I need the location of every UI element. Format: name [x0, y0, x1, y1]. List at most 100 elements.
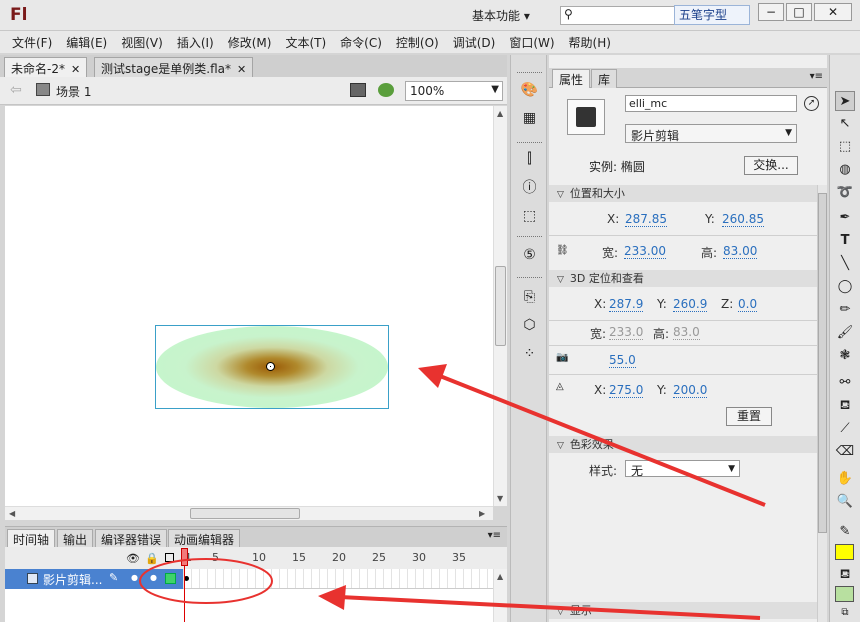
ellipse-movieclip-instance[interactable] [155, 325, 389, 409]
edit-scene-icon[interactable] [350, 83, 366, 97]
pen-tool-icon[interactable]: ✒ [835, 208, 855, 228]
fill-color-icon[interactable]: ⛾ [835, 565, 855, 585]
section-position-size[interactable]: ▽ 位置和大小 [549, 185, 819, 202]
doc-tab-1[interactable]: 未命名-2* ✕ [4, 57, 88, 77]
menu-item[interactable]: 插入(I) [170, 31, 221, 53]
info-icon[interactable]: ⓘ [520, 180, 539, 197]
dock-grip[interactable] [517, 236, 542, 239]
eraser-tool-icon[interactable]: ⌫ [835, 442, 855, 462]
scroll-up-icon[interactable]: ▲ [497, 572, 503, 581]
maximize-button[interactable]: □ [786, 3, 812, 21]
lasso-tool-icon[interactable]: ➰ [835, 183, 855, 203]
transform-icon[interactable]: ⬚ [520, 208, 539, 225]
section-3d-position[interactable]: ▽ 3D 定位和查看 [549, 270, 819, 287]
subselection-tool-icon[interactable]: ↖ [835, 114, 855, 134]
playhead[interactable] [181, 548, 188, 622]
height-value[interactable]: 83.00 [723, 244, 758, 259]
section-color-effect[interactable]: ▽ 色彩效果 [549, 436, 819, 453]
components-icon[interactable]: ⬡ [520, 317, 539, 334]
code-snippets-icon[interactable]: ⑤ [520, 247, 539, 264]
close-icon[interactable]: ✕ [237, 63, 246, 76]
oval-tool-icon[interactable]: ◯ [835, 277, 855, 297]
scroll-thumb[interactable] [190, 508, 300, 519]
brush-tool-icon[interactable]: 🖌 [835, 323, 855, 343]
close-icon[interactable]: ✕ [71, 63, 80, 76]
scroll-left-icon[interactable]: ◀ [9, 509, 15, 518]
menu-item[interactable]: 视图(V) [114, 31, 170, 53]
scroll-thumb[interactable] [495, 266, 506, 346]
color-style-select[interactable]: 无 ▼ [625, 460, 740, 478]
section-display[interactable]: ▽ 显示 [549, 602, 819, 619]
symbol-type-select[interactable]: 影片剪辑 ▼ [625, 124, 797, 143]
link-icon[interactable]: ⛓ [556, 245, 569, 256]
menu-item[interactable]: 帮助(H) [562, 31, 618, 53]
line-tool-icon[interactable]: ╲ [835, 254, 855, 274]
3d-rotation-tool-icon[interactable]: ◍ [835, 160, 855, 180]
scroll-down-icon[interactable]: ▼ [497, 494, 503, 503]
visible-dot-icon[interactable]: ● [131, 573, 138, 582]
menu-item[interactable]: 修改(M) [221, 31, 279, 53]
playhead-handle[interactable] [181, 548, 188, 566]
menu-item[interactable]: 编辑(E) [59, 31, 114, 53]
layer-color-icon[interactable] [165, 573, 176, 584]
stage-vertical-scrollbar[interactable]: ▲ ▼ [493, 106, 507, 506]
x-value[interactable]: 287.85 [625, 212, 667, 227]
hand-tool-icon[interactable]: ✋ [835, 469, 855, 489]
vanish-y-value[interactable]: 200.0 [673, 383, 708, 398]
motion-presets-icon[interactable]: ⁘ [520, 346, 539, 363]
deco-tool-icon[interactable]: ❃ [835, 346, 855, 366]
free-transform-tool-icon[interactable]: ⬚ [835, 137, 855, 157]
swap-button[interactable]: 交换... [744, 156, 798, 175]
paint-bucket-tool-icon[interactable]: ⛾ [835, 396, 855, 416]
edit-symbols-icon[interactable] [378, 83, 394, 97]
scroll-up-icon[interactable]: ▲ [497, 109, 503, 118]
workspace-switcher[interactable]: 基本功能 ▾ [466, 6, 536, 24]
width-value[interactable]: 233.00 [624, 244, 666, 259]
help-arrow-icon[interactable]: ➚ [804, 96, 819, 111]
timeline-frames[interactable] [183, 569, 493, 589]
fill-color-swatch[interactable] [835, 586, 854, 602]
z3d-value[interactable]: 0.0 [738, 297, 758, 312]
menu-item[interactable]: 窗口(W) [502, 31, 561, 53]
tab-properties[interactable]: 属性 [552, 69, 591, 88]
scroll-right-icon[interactable]: ▶ [479, 509, 485, 518]
tab-library[interactable]: 库 [591, 69, 618, 88]
ime-indicator[interactable]: 五笔字型 [674, 5, 750, 25]
lock-icon[interactable]: 🔒 [145, 552, 159, 565]
stroke-color-swatch[interactable] [835, 544, 854, 560]
tab-motion-editor[interactable]: 动画编辑器 [168, 529, 241, 548]
panel-menu-icon[interactable]: ▾≡ [810, 71, 823, 82]
align-icon[interactable]: ⫿ [520, 151, 539, 168]
doc-tab-2[interactable]: 测试stage是单例类.fla* ✕ [94, 57, 254, 77]
tab-compiler-errors[interactable]: 编译器错误 [95, 529, 168, 548]
text-tool-icon[interactable]: T [835, 231, 855, 251]
vanish-x-value[interactable]: 275.0 [609, 383, 644, 398]
eye-icon[interactable]: 👁 [126, 552, 140, 565]
dock-grip[interactable] [517, 277, 542, 280]
actions-icon[interactable]: ⎘ [520, 289, 539, 306]
menu-item[interactable]: 文件(F) [5, 31, 59, 53]
pencil-tool-icon[interactable]: ✏ [835, 300, 855, 320]
outline-icon[interactable] [165, 553, 174, 562]
perspective-value[interactable]: 55.0 [609, 353, 636, 368]
menu-item[interactable]: 文本(T) [278, 31, 333, 53]
swatches-icon[interactable]: ▦ [520, 110, 539, 127]
menu-item[interactable]: 调试(D) [446, 31, 503, 53]
minimize-button[interactable]: − [758, 3, 784, 21]
close-button[interactable]: ✕ [814, 3, 852, 21]
menu-item[interactable]: 控制(O) [389, 31, 446, 53]
eyedropper-tool-icon[interactable]: ⟋ [835, 419, 855, 439]
dock-grip[interactable] [517, 142, 542, 145]
tab-timeline[interactable]: 时间轴 [7, 529, 56, 548]
menu-item[interactable]: 命令(C) [333, 31, 389, 53]
y-value[interactable]: 260.85 [722, 212, 764, 227]
tab-output[interactable]: 输出 [57, 529, 94, 548]
bone-tool-icon[interactable]: ⚯ [835, 373, 855, 393]
registration-point-icon[interactable] [266, 362, 275, 371]
y3d-value[interactable]: 260.9 [673, 297, 708, 312]
timeline-scrollbar[interactable]: ▲ [493, 569, 507, 622]
zoom-select[interactable]: 100% ▼ [405, 81, 503, 101]
timeline-layer-row[interactable]: 影片剪辑... ✎ ● ● [5, 569, 183, 589]
panel-menu-icon[interactable]: ▾≡ [488, 530, 501, 541]
stage-canvas[interactable] [5, 106, 493, 506]
